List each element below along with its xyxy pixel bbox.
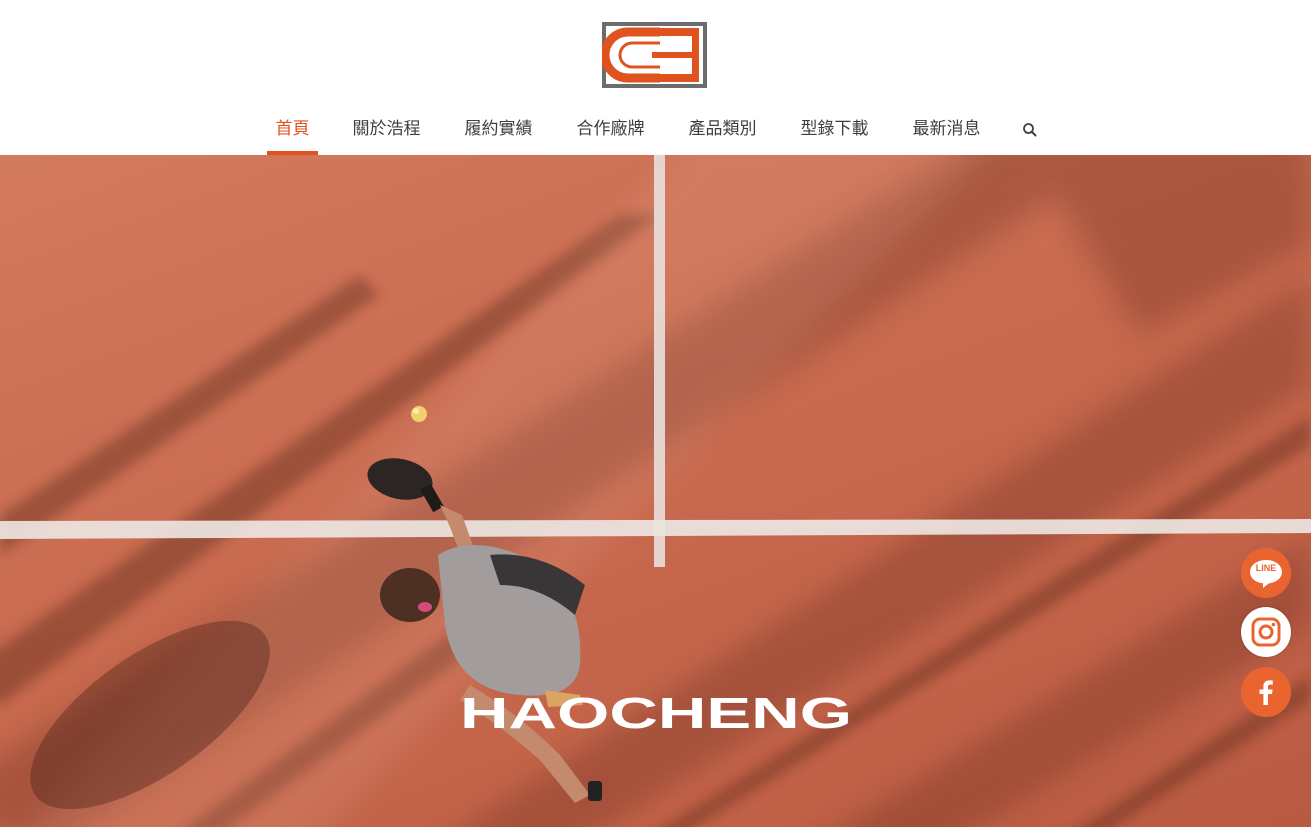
nav-item-label: 首頁 (275, 119, 310, 139)
hc-logo-icon[interactable] (600, 22, 707, 88)
nav-item-label: 產品類別 (688, 119, 757, 139)
nav-item-label: 關於浩程 (352, 119, 421, 139)
nav-item-products[interactable]: 產品類別 (682, 112, 763, 155)
nav-item-brands[interactable]: 合作廠牌 (570, 112, 651, 155)
instagram-icon[interactable] (1241, 607, 1291, 657)
nav-item-label: 履約實績 (464, 119, 533, 139)
line-icon[interactable]: LINE (1241, 548, 1291, 598)
svg-text:HAOCHENG: HAOCHENG (460, 690, 852, 732)
nav-item-label: 型錄下載 (800, 119, 869, 139)
nav-item-home[interactable]: 首頁 (267, 112, 318, 155)
facebook-icon[interactable] (1241, 667, 1291, 717)
line-label: LINE (1255, 563, 1277, 573)
nav-item-news[interactable]: 最新消息 (906, 112, 987, 155)
site-header: 首頁 關於浩程 履約實績 合作廠牌 產品類別 型錄下載 最新消息 (0, 0, 1311, 155)
nav-item-about[interactable]: 關於浩程 (346, 112, 427, 155)
search-icon[interactable] (1020, 120, 1040, 140)
hero-brand-text: HAOCHENG (458, 689, 854, 738)
nav-item-label: 最新消息 (912, 119, 981, 139)
main-nav: 首頁 關於浩程 履約實績 合作廠牌 產品類別 型錄下載 最新消息 (0, 112, 1311, 155)
nav-item-projects[interactable]: 履約實績 (458, 112, 539, 155)
nav-item-label: 合作廠牌 (576, 119, 645, 139)
nav-item-catalog[interactable]: 型錄下載 (794, 112, 875, 155)
